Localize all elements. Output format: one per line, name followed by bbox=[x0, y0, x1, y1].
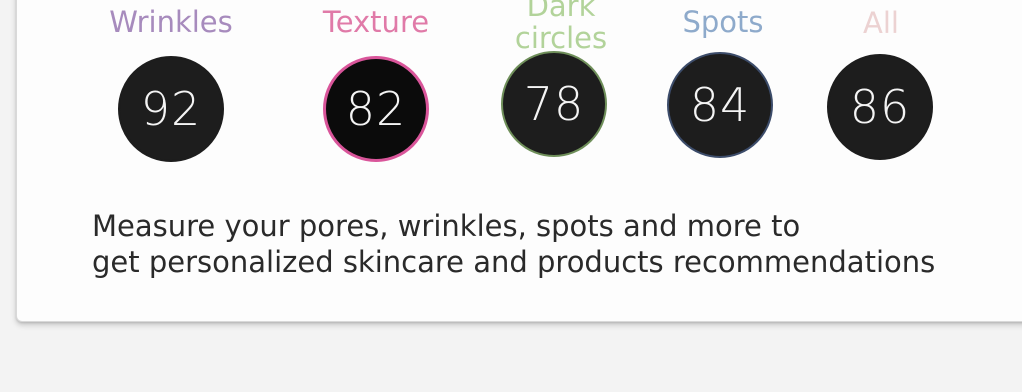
metric-label-texture: Texture bbox=[322, 5, 430, 39]
metric-label-wrinkles: Wrinkles bbox=[109, 5, 233, 39]
description-line-2: get personalized skincare and products r… bbox=[92, 245, 936, 279]
metric-label-dark-circles-line1: Dark bbox=[526, 0, 596, 23]
score-value-dark-circles: 78 bbox=[523, 77, 585, 131]
metric-label-all: All bbox=[863, 6, 899, 40]
metric-label-dark-circles-line2: circles bbox=[514, 21, 608, 55]
skin-analysis-screen: Wrinkles 92 Texture 82 Dark circles 78 S… bbox=[0, 0, 1022, 392]
skin-analysis-card: Wrinkles 92 Texture 82 Dark circles 78 S… bbox=[16, 0, 1022, 322]
score-value-all: 86 bbox=[849, 80, 911, 134]
score-value-spots: 84 bbox=[689, 78, 751, 132]
score-circle-spots: 84 bbox=[667, 52, 773, 158]
score-circle-wrinkles: 92 bbox=[118, 56, 224, 162]
score-value-texture: 82 bbox=[345, 82, 407, 136]
score-circle-all: 86 bbox=[827, 54, 933, 160]
score-circle-dark-circles: 78 bbox=[501, 51, 607, 157]
score-value-wrinkles: 92 bbox=[140, 82, 202, 136]
metric-label-spots: Spots bbox=[682, 5, 764, 39]
score-circle-texture: 82 bbox=[323, 56, 429, 162]
description-line-1: Measure your pores, wrinkles, spots and … bbox=[92, 209, 801, 243]
skin-analysis-description: Measure your pores, wrinkles, spots and … bbox=[92, 208, 935, 280]
